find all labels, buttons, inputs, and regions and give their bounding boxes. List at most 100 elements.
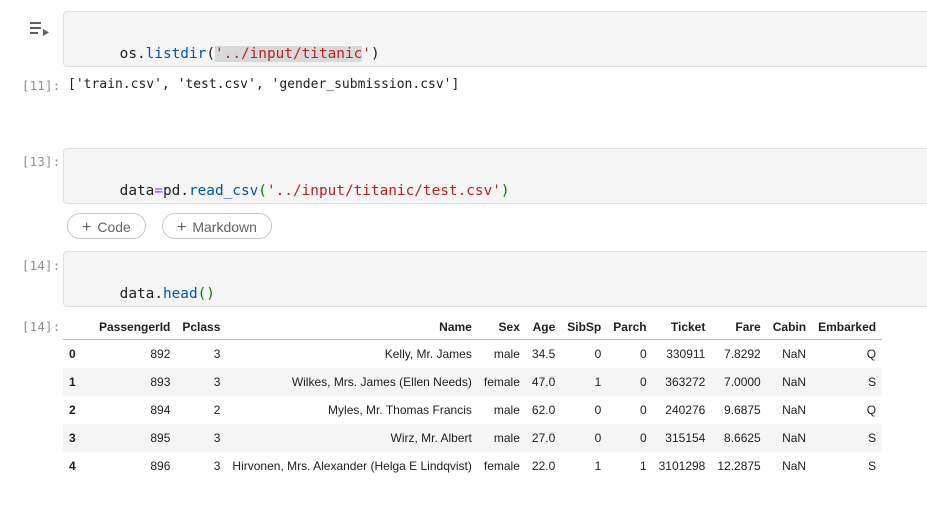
column-header: Pclass (176, 315, 227, 340)
table-cell: 1 (561, 368, 608, 396)
table-cell: female (477, 368, 526, 396)
table-cell: 7.8292 (724, 347, 761, 361)
column-header: Sex (477, 315, 526, 340)
table-cell: 1 (594, 459, 602, 473)
column-header: Ticket (652, 315, 712, 340)
code-token: () (197, 286, 215, 302)
table-cell: male (493, 347, 520, 361)
table-cell: 895 (93, 424, 177, 452)
table-row: 2 894 2 Myles, Mr. Thomas Francis male 62.0 0 0… (63, 396, 882, 424)
code-token: ' (362, 46, 371, 62)
table-cell: S (812, 368, 883, 396)
table-cell: 0 (561, 424, 608, 452)
column-header: Name (226, 315, 478, 340)
table-cell: 9.6875 (724, 403, 761, 417)
column-header: SibSp (561, 315, 608, 340)
column-header: PassengerId (93, 315, 177, 340)
code-token: . (136, 46, 146, 62)
table-body: 0 892 3 Kelly, Mr. James male 34.5 0 0 330911 7.8… (63, 340, 883, 481)
code-token: = (154, 183, 163, 199)
code-token: listdir (145, 46, 207, 62)
table-cell: NaN (766, 424, 813, 452)
table-cell: 3 (213, 459, 221, 473)
code-token: '../input/titanic/test.csv' (266, 183, 501, 199)
column-header: Embarked (812, 315, 883, 340)
table-cell: 896 (150, 459, 171, 473)
table-cell: 0 (607, 424, 653, 452)
code-token: os (119, 46, 137, 62)
table-cell: 22.0 (531, 459, 556, 473)
table-cell: Q (866, 347, 877, 361)
row-index: 0 (69, 347, 76, 361)
row-index: 3 (63, 424, 93, 452)
table-cell: 1 (639, 459, 647, 473)
table-cell: NaN (782, 347, 807, 361)
table-row: 3 895 3 Wirz, Mr. Albert male 27.0 0 0 315154 8.6… (63, 424, 883, 452)
add-markdown-cell-button[interactable]: + Markdown (162, 213, 272, 239)
column-header: Fare (711, 315, 767, 340)
table-cell: 2 (213, 403, 221, 417)
code-cell-1[interactable]: os.listdir('../input/titanic') (63, 11, 927, 67)
row-index: 2 (69, 403, 76, 417)
table-cell: 3 (176, 368, 227, 396)
code-token: pd (162, 183, 181, 199)
add-code-label: Code (97, 219, 131, 235)
table-cell: 3 (176, 424, 227, 452)
code-token: . (154, 286, 163, 302)
code-token: ( (206, 46, 215, 62)
code-token: data (119, 286, 155, 302)
table-cell: Wirz, Mr. Albert (226, 424, 478, 452)
plus-icon: + (82, 219, 92, 236)
table-cell: S (868, 459, 877, 473)
code-token: . (180, 183, 189, 199)
row-index: 4 (69, 459, 76, 473)
table-cell: 47.0 (525, 368, 562, 396)
table-header-row: PassengerId Pclass Name Sex Age SibSp Parch Tic… (63, 315, 883, 340)
table-cell: 0 (639, 347, 647, 361)
table-cell: 34.5 (531, 347, 556, 361)
index-header (63, 315, 93, 340)
code-token: ' (214, 46, 224, 62)
table-cell: Wilkes, Mrs. James (Ellen Needs) (226, 368, 478, 396)
code-token: ) (370, 46, 380, 62)
table-cell: female (483, 459, 520, 473)
table-cell: 240276 (665, 403, 706, 417)
code-cell-2[interactable]: data=pd.read_csv('../input/titanic/test.… (63, 148, 927, 204)
code-token: head (162, 286, 198, 302)
table-cell: Kelly, Mr. James (384, 347, 472, 361)
code-token: ../input/titanic (223, 46, 363, 62)
run-cell-icon[interactable] (30, 20, 52, 38)
table-cell: 0 (594, 347, 602, 361)
table-cell: Hirvonen, Mrs. Alexander (Helga E Lindqv… (232, 459, 472, 473)
column-header: Cabin (766, 315, 813, 340)
code-token: data (119, 183, 155, 199)
table-cell: Q (866, 403, 877, 417)
table-cell: NaN (766, 368, 813, 396)
code-token: ) (500, 183, 510, 199)
table-cell: 893 (93, 368, 177, 396)
table-cell: 0 (594, 403, 602, 417)
table-cell: NaN (782, 459, 807, 473)
output-prompt: [11]: (22, 79, 61, 93)
table-row: 1 893 3 Wilkes, Mrs. James (Ellen Needs) fem… (63, 368, 883, 396)
add-code-cell-button[interactable]: + Code (67, 213, 146, 239)
code-line: os.listdir('../input/titanic') (85, 30, 380, 78)
table-cell: male (477, 424, 526, 452)
table-cell: NaN (782, 403, 807, 417)
table-cell: 330911 (666, 347, 706, 361)
output-prompt: [14]: (22, 320, 61, 334)
code-token: read_csv (188, 183, 259, 199)
execution-count: [14]: (22, 259, 61, 273)
table-cell: 3101298 (658, 459, 706, 473)
table-cell: 62.0 (531, 403, 556, 417)
cell-output: ['train.csv', 'test.csv', 'gender_submis… (68, 77, 460, 92)
code-cell-3[interactable]: data.head() (63, 251, 927, 307)
add-markdown-label: Markdown (192, 219, 257, 235)
table-cell: 12.2875 (717, 459, 761, 473)
column-header: Parch (607, 315, 653, 340)
table-cell: 892 (150, 347, 171, 361)
dataframe-table: PassengerId Pclass Name Sex Age SibSp Parch Tic… (63, 315, 883, 481)
code-line: data=pd.read_csv('../input/titanic/test.… (85, 167, 510, 215)
table-row: 4 896 3 Hirvonen, Mrs. Alexander (Helga E L… (63, 452, 882, 480)
table-cell: S (812, 424, 883, 452)
